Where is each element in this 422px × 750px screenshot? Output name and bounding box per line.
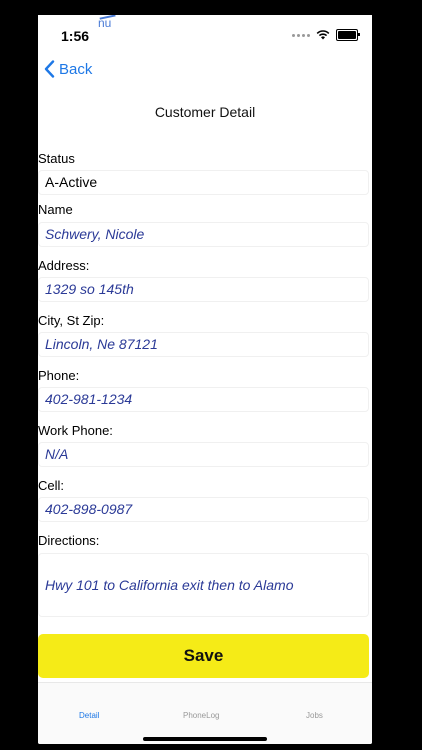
cell-label: Cell: [38,478,65,493]
tab-jobs[interactable]: Jobs [306,711,323,720]
work-phone-label: Work Phone: [38,423,113,438]
cell-field[interactable]: 402-898-0987 [38,497,369,522]
name-label: Name [38,202,73,217]
address-label: Address: [38,258,90,273]
city-field[interactable]: Lincoln, Ne 87121 [38,332,369,357]
page-title: Customer Detail [154,104,256,120]
status-field[interactable]: A-Active [38,170,369,195]
tab-detail[interactable]: Detail [79,711,99,720]
save-button[interactable]: Save [38,634,369,678]
nav-bar: Back [38,55,372,89]
signal-icon [292,33,310,37]
battery-icon [336,29,360,41]
status-icons [292,29,360,41]
phone-field[interactable]: 402-981-1234 [38,387,369,412]
name-field[interactable]: Schwery, Nicole [38,222,369,247]
phone-label: Phone: [38,368,80,383]
chevron-left-icon [44,60,55,78]
status-time: 1:56 [61,28,90,44]
city-label: City, St Zip: [38,313,105,328]
status-label: Status [38,151,75,166]
back-button[interactable]: Back [44,60,92,78]
status-bar: nu 1:56 [38,15,372,55]
tab-bar: Detail PhoneLog Jobs [38,682,372,744]
ghost-text: nu [98,15,117,30]
tab-phonelog[interactable]: PhoneLog [183,711,219,720]
home-indicator [143,737,267,741]
work-phone-field[interactable]: N/A [38,442,369,467]
directions-field[interactable]: Hwy 101 to California exit then to Alamo [38,553,369,617]
directions-label: Directions: [38,533,100,548]
back-label: Back [59,60,93,78]
wifi-icon [316,30,330,40]
address-field[interactable]: 1329 so 145th [38,277,369,302]
app-screen: nu 1:56 Back Customer Detail Status A-Ac… [38,15,372,744]
